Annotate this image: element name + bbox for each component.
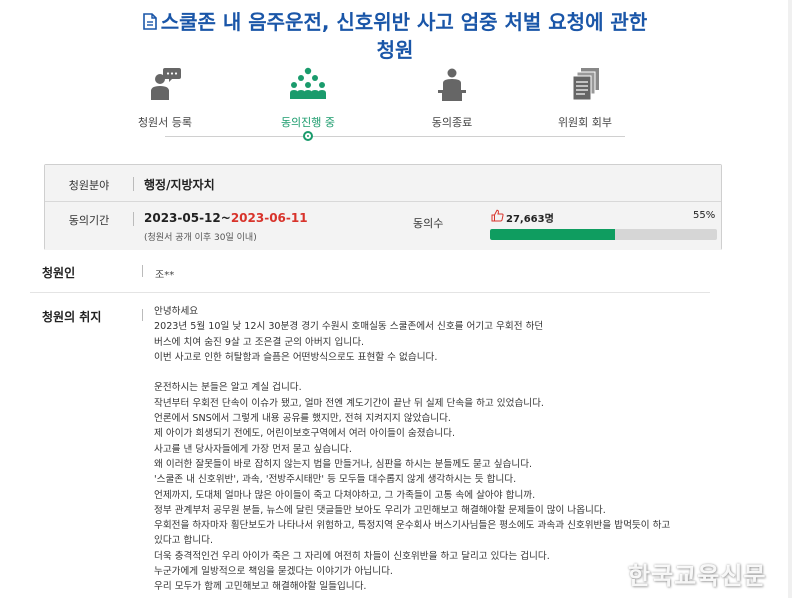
period-end: 2023-06-11 (230, 211, 308, 225)
step-label: 청원서 등록 (137, 116, 193, 129)
body-line: 버스에 치여 숨진 9살 고 조은결 군의 아버지 입니다. (154, 336, 365, 348)
petitioner-label: 청원인 (42, 266, 76, 280)
petition-body: 안녕하세요 2023년 5월 10일 낮 12시 30분경 경기 수원시 호매실동… (154, 304, 714, 595)
purpose-label: 청원의 취지 (42, 310, 102, 324)
title-line-2: 청원 (376, 38, 414, 62)
period-label: 동의기간 (68, 214, 110, 227)
period-dates: 2023-05-12~2023-06-11 (144, 211, 308, 225)
period-start: 2023-05-12~ (144, 211, 231, 225)
documents-stack-icon (565, 66, 605, 102)
chat-person-icon (145, 66, 185, 102)
step-registration: 청원서 등록 (110, 66, 220, 130)
petition-info-box: 청원분야 행정/지방자치 동의기간 2023-05-12~2023-06-11 … (44, 164, 722, 250)
field-row: 청원분야 행정/지방자치 (45, 165, 721, 202)
thumbs-up-icon (491, 209, 504, 222)
field-value: 행정/지방자치 (144, 178, 215, 192)
body-line: 왜 이러한 잘못들이 바로 잡히지 않는지 법을 만들거나, 심판을 하시는 분… (154, 458, 533, 470)
body-line: 사고를 낸 당사자들에게 가장 먼저 묻고 싶습니다. (154, 443, 352, 455)
agree-progress-fill (490, 229, 615, 240)
newspaper-watermark: 한국교육신문 (628, 562, 767, 590)
period-row: 동의기간 2023-05-12~2023-06-11 (청원서 공개 이후 30… (45, 202, 721, 250)
body-line: 정부 관계부처 공무원 분들, 뉴스에 달린 댓글들만 보아도 우리가 고민해보… (154, 504, 606, 516)
current-step-marker (303, 131, 313, 141)
petition-title: 스쿨존 내 음주운전, 신호위반 사고 엄중 처벌 요청에 관한 청원 (90, 8, 700, 64)
body-line: '스쿨존 내 신호위반', 과속, '전방주시태만' 등 모두들 대수롭지 않게… (154, 474, 517, 486)
divider (142, 265, 143, 277)
group-people-icon (288, 66, 328, 102)
agree-percent: 55% (693, 210, 716, 221)
body-line: 작년부터 우회전 단속이 이슈가 됐고, 얼마 전엔 계도기간이 끝난 뒤 실제… (154, 397, 544, 409)
count-label: 동의수 (413, 217, 444, 230)
body-line: 운전하시는 분들은 알고 계실 겁니다. (154, 382, 302, 394)
field-label: 청원분야 (68, 179, 110, 192)
progress-steps: 청원서 등록 동의진행 중 동의종료 위원회 회부 (110, 66, 690, 146)
step-committee: 위원회 회부 (530, 66, 640, 130)
agree-progress-bar (490, 229, 717, 240)
podium-person-icon (432, 66, 472, 102)
divider (133, 212, 134, 226)
body-line (154, 365, 714, 380)
divider (142, 309, 143, 321)
body-line: 제 아이가 희생되기 전에도, 어린이보호구역에서 여러 아이들이 숨졌습니다. (154, 428, 456, 440)
step-label: 동의종료 (431, 116, 473, 129)
body-line: 이번 사고로 인한 허탈함과 슬픔은 어떤방식으로도 표현할 수 없습니다. (154, 351, 438, 363)
step-closed: 동의종료 (397, 66, 507, 130)
period-note: (청원서 공개 이후 30일 이내) (144, 233, 257, 243)
step-label: 위원회 회부 (557, 116, 613, 129)
step-label: 동의진행 중 (280, 116, 336, 129)
agree-count: 27,663명 (506, 214, 554, 225)
body-line: 안녕하세요 (154, 306, 199, 317)
body-line: 있다고 합니다. (154, 535, 214, 547)
step-in-progress: 동의진행 중 (253, 66, 363, 130)
petitioner-name: 조** (155, 270, 175, 281)
body-line: 언론에서 SNS에서 그렇게 내용 공유를 했지만, 전혀 지켜지지 않았습니다… (154, 413, 451, 425)
scrollbar-track[interactable] (788, 0, 792, 598)
body-line: 언제까지, 도대체 얼마나 많은 아이들이 죽고 다쳐야하고, 그 가족들이 고… (154, 489, 536, 501)
body-line: 2023년 5월 10일 낮 12시 30분경 경기 수원시 호매실동 스쿨존에… (154, 321, 544, 333)
title-line-1: 스쿨존 내 음주운전, 신호위반 사고 엄중 처벌 요청에 관한 (160, 10, 648, 34)
steps-line (165, 136, 625, 137)
divider (133, 177, 134, 191)
section-divider (30, 292, 710, 293)
document-icon (142, 13, 157, 30)
body-line: 우회전을 하자마자 횡단보도가 나타나서 위험하고, 특정지역 운수회사 버스기… (154, 520, 671, 532)
